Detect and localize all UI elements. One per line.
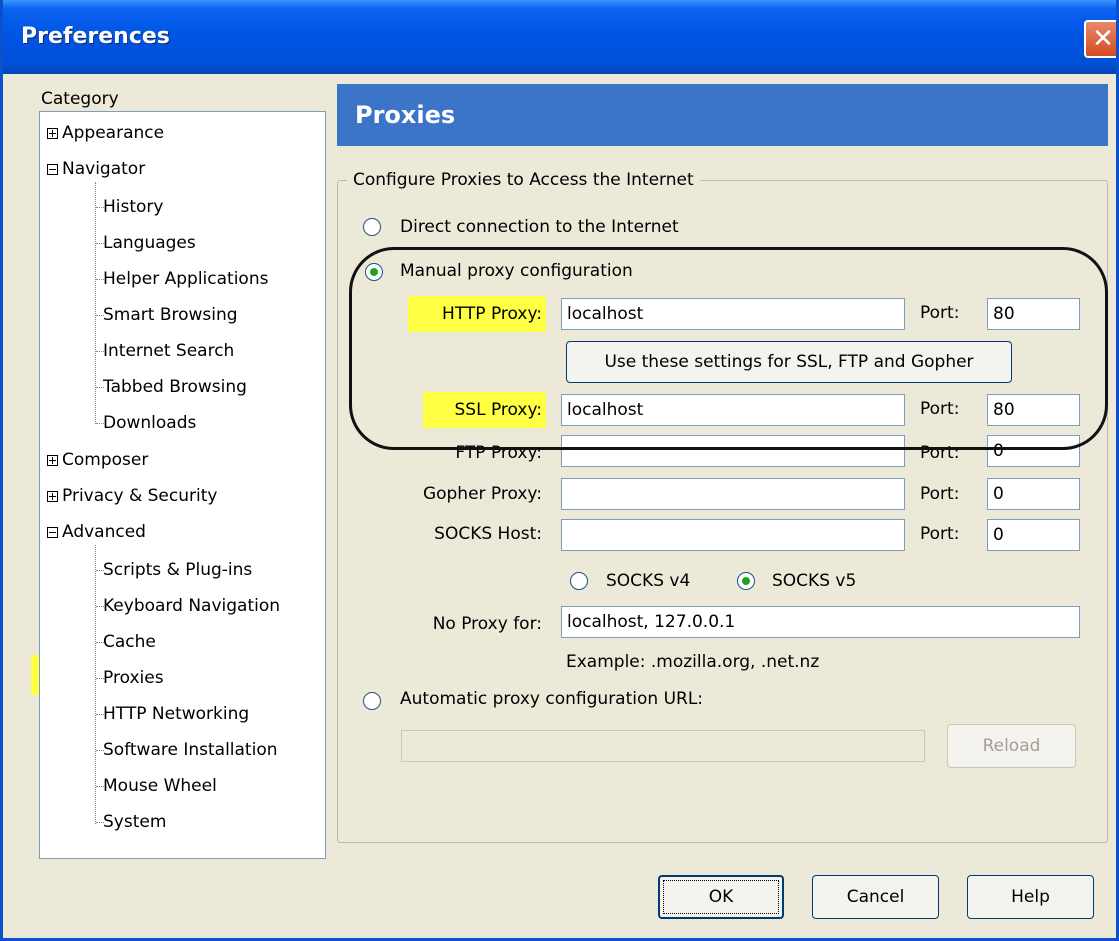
- tree-item-downloads[interactable]: Downloads: [103, 406, 196, 440]
- direct-connection-radio[interactable]: [363, 218, 381, 236]
- manual-proxy-radio[interactable]: [365, 263, 383, 281]
- category-tree[interactable]: Appearance Navigator History Languages H…: [39, 111, 326, 859]
- tree-item-advanced[interactable]: Advanced: [62, 515, 146, 549]
- ok-button[interactable]: OK: [658, 875, 784, 919]
- tree-item-keyboard-navigation[interactable]: Keyboard Navigation: [103, 589, 280, 623]
- ssl-port-label: Port:: [920, 399, 960, 419]
- collapse-navigator-icon[interactable]: [47, 164, 58, 175]
- expand-privacy-security-icon[interactable]: [47, 491, 58, 502]
- http-proxy-label: HTTP Proxy:: [408, 296, 546, 332]
- tree-connector: [95, 545, 96, 824]
- tree-item-appearance[interactable]: Appearance: [62, 116, 164, 150]
- gopher-port-input[interactable]: 0: [987, 478, 1080, 510]
- tree-item-helper-applications[interactable]: Helper Applications: [103, 262, 268, 296]
- ssl-proxy-input[interactable]: localhost: [561, 394, 905, 426]
- tree-item-smart-browsing[interactable]: Smart Browsing: [103, 298, 238, 332]
- ftp-port-label: Port:: [920, 443, 960, 463]
- window-title: Preferences: [21, 24, 170, 49]
- tree-item-software-installation[interactable]: Software Installation: [103, 733, 278, 767]
- tree-item-http-networking[interactable]: HTTP Networking: [103, 697, 249, 731]
- group-title: Configure Proxies to Access the Internet: [347, 168, 700, 192]
- ftp-port-input[interactable]: 0: [987, 435, 1080, 467]
- ssl-port-input[interactable]: 80: [987, 394, 1080, 426]
- socks-host-input[interactable]: [561, 519, 905, 551]
- no-proxy-example: Example: .mozilla.org, .net.nz: [566, 652, 820, 672]
- no-proxy-label: No Proxy for:: [432, 614, 542, 634]
- tree-item-composer[interactable]: Composer: [62, 443, 148, 477]
- ssl-proxy-label: SSL Proxy:: [423, 392, 546, 428]
- manual-proxy-label[interactable]: Manual proxy configuration: [400, 259, 633, 283]
- socks-port-input[interactable]: 0: [987, 519, 1080, 551]
- collapse-advanced-icon[interactable]: [47, 527, 58, 538]
- help-button[interactable]: Help: [967, 875, 1094, 919]
- http-port-input[interactable]: 80: [987, 298, 1080, 330]
- category-label: Category: [41, 89, 119, 109]
- gopher-port-label: Port:: [920, 484, 960, 504]
- tree-item-scripts-plugins[interactable]: Scripts & Plug-ins: [103, 553, 252, 587]
- tree-item-navigator[interactable]: Navigator: [62, 152, 145, 186]
- tree-item-proxies[interactable]: Proxies: [103, 661, 164, 695]
- socks-v4-radio[interactable]: [570, 572, 588, 590]
- close-icon: ✕: [1092, 24, 1114, 54]
- use-same-settings-button[interactable]: Use these settings for SSL, FTP and Goph…: [566, 341, 1012, 383]
- expand-appearance-icon[interactable]: [47, 128, 58, 139]
- reload-button[interactable]: Reload: [947, 724, 1076, 768]
- auto-proxy-radio[interactable]: [363, 692, 381, 710]
- tree-item-languages[interactable]: Languages: [103, 226, 196, 260]
- socks-v5-label[interactable]: SOCKS v5: [772, 569, 856, 593]
- direct-connection-label[interactable]: Direct connection to the Internet: [400, 215, 679, 239]
- http-proxy-input[interactable]: localhost: [561, 298, 905, 330]
- socks-host-label: SOCKS Host:: [434, 524, 542, 544]
- socks-v5-radio[interactable]: [737, 572, 755, 590]
- socks-port-label: Port:: [920, 524, 960, 544]
- tree-item-internet-search[interactable]: Internet Search: [103, 334, 234, 368]
- ftp-proxy-label: FTP Proxy:: [455, 443, 542, 463]
- gopher-proxy-label: Gopher Proxy:: [422, 484, 542, 504]
- tree-item-tabbed-browsing[interactable]: Tabbed Browsing: [103, 370, 247, 404]
- panel-title: Proxies: [337, 84, 1108, 146]
- expand-composer-icon[interactable]: [47, 455, 58, 466]
- no-proxy-input[interactable]: localhost, 127.0.0.1: [561, 606, 1080, 638]
- socks-v4-label[interactable]: SOCKS v4: [606, 569, 690, 593]
- tree-item-privacy-security[interactable]: Privacy & Security: [62, 479, 217, 513]
- tree-item-cache[interactable]: Cache: [103, 625, 156, 659]
- tree-item-mouse-wheel[interactable]: Mouse Wheel: [103, 769, 217, 803]
- focus-ring: [663, 880, 779, 914]
- cancel-button[interactable]: Cancel: [812, 875, 939, 919]
- tree-item-history[interactable]: History: [103, 190, 163, 224]
- tree-item-system[interactable]: System: [103, 805, 166, 839]
- gopher-proxy-input[interactable]: [561, 478, 905, 510]
- auto-proxy-url-input[interactable]: [401, 730, 925, 762]
- preferences-window: Preferences ✕ Category Appearance Naviga…: [0, 0, 1119, 941]
- close-button[interactable]: ✕: [1084, 20, 1116, 58]
- title-bar[interactable]: Preferences ✕: [3, 0, 1116, 74]
- auto-proxy-label[interactable]: Automatic proxy configuration URL:: [400, 687, 703, 711]
- ftp-proxy-input[interactable]: [561, 435, 905, 467]
- http-port-label: Port:: [920, 303, 960, 323]
